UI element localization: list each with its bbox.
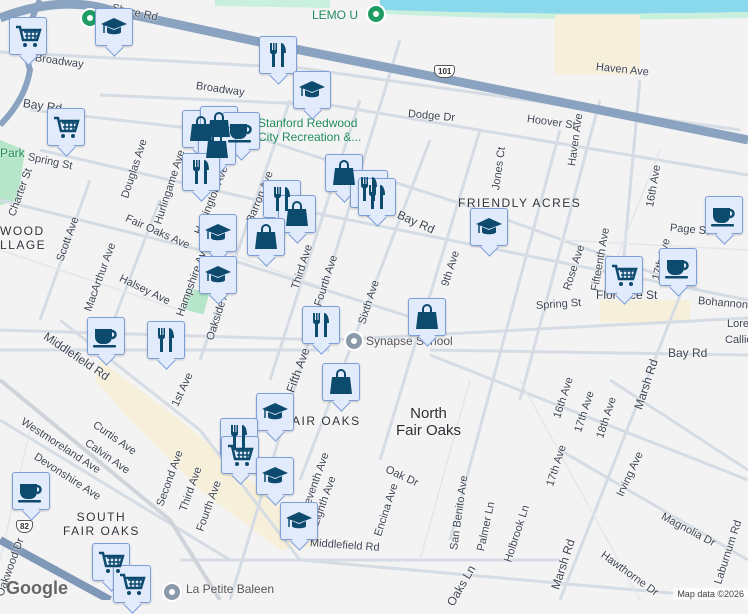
area-label-fair-oaks: AIR OAKS	[292, 414, 361, 428]
coffee-icon	[228, 124, 252, 143]
graduation-cap-marker[interactable]	[470, 208, 508, 246]
restaurant-marker[interactable]	[302, 306, 340, 344]
graduation-cap-icon	[286, 512, 312, 529]
graduation-cap-icon	[262, 467, 288, 484]
shopping-bag-icon	[330, 369, 352, 394]
shopping-bag-marker[interactable]	[408, 298, 446, 336]
restaurant-icon	[193, 160, 209, 184]
graduation-cap-marker[interactable]	[256, 393, 294, 431]
graduation-cap-icon	[205, 266, 231, 283]
restaurant-marker[interactable]	[259, 36, 297, 74]
highway-101-shield: 101	[434, 65, 456, 78]
shopping-bag-icon	[286, 201, 308, 226]
street-label: Bay Rd	[668, 346, 708, 360]
shopping-bag-marker[interactable]	[278, 195, 316, 233]
street-label: Lore	[727, 318, 748, 330]
graduation-cap-icon	[101, 18, 127, 35]
coffee-marker[interactable]	[659, 248, 697, 286]
graduation-cap-marker[interactable]	[280, 502, 318, 540]
poi-label-stanford[interactable]: Stanford Redwood City Recreation &...	[258, 116, 361, 144]
restaurant-icon	[158, 328, 174, 352]
poi-label-petite[interactable]: La Petite Baleen	[186, 582, 274, 596]
cart-marker[interactable]	[9, 17, 47, 55]
shopping-bag-icon	[206, 133, 228, 158]
shopping-bag-marker[interactable]	[247, 218, 285, 256]
cart-icon	[120, 573, 146, 595]
graduation-cap-icon	[476, 218, 502, 235]
shopping-bag-icon	[333, 160, 355, 185]
graduation-cap-marker[interactable]	[95, 8, 133, 46]
coffee-marker[interactable]	[87, 317, 125, 355]
coffee-icon	[93, 329, 117, 348]
graduation-cap-marker[interactable]	[293, 71, 331, 109]
area-label-redwood-village: WOOD LLAGE	[0, 224, 47, 252]
restaurant-marker[interactable]	[358, 178, 396, 216]
water	[380, 0, 748, 14]
map-attribution[interactable]: Map data ©2026	[673, 588, 748, 600]
school-pin[interactable]	[344, 331, 364, 351]
shopping-bag-marker[interactable]	[322, 363, 360, 401]
poi-pin[interactable]	[366, 4, 386, 24]
cart-marker[interactable]	[221, 436, 259, 474]
google-logo[interactable]: Google	[6, 578, 68, 599]
coffee-marker[interactable]	[12, 472, 50, 510]
restaurant-icon	[270, 43, 286, 67]
graduation-cap-icon	[299, 81, 325, 98]
area-label-south-fair-oaks: SOUTH FAIR OAKS	[63, 510, 140, 538]
area-label-north-fair-oaks: North Fair Oaks	[396, 405, 462, 439]
coffee-icon	[665, 260, 689, 279]
cart-icon	[54, 116, 80, 138]
poi-label-lemo[interactable]: LEMO U	[312, 8, 358, 22]
coffee-icon	[711, 208, 735, 227]
cart-marker[interactable]	[47, 108, 85, 146]
shopping-bag-icon	[255, 224, 277, 249]
graduation-cap-marker[interactable]	[256, 457, 294, 495]
restaurant-icon	[313, 313, 329, 337]
cart-icon	[612, 264, 638, 286]
restaurant-marker[interactable]	[147, 321, 185, 359]
graduation-cap-marker[interactable]	[199, 214, 237, 252]
restaurant-icon	[369, 185, 385, 209]
restaurant-marker[interactable]	[182, 153, 220, 191]
street-label: Callie	[725, 334, 748, 346]
shopping-bag-icon	[416, 304, 438, 329]
graduation-cap-icon	[205, 224, 231, 241]
graduation-cap-icon	[262, 403, 288, 420]
coffee-marker[interactable]	[705, 196, 743, 234]
cart-icon	[228, 444, 254, 466]
cart-marker[interactable]	[113, 565, 151, 603]
poi-label-synapse[interactable]: Synapse School	[366, 334, 453, 348]
poi-pin[interactable]	[162, 582, 182, 602]
poi-label-park[interactable]: Park	[0, 146, 25, 160]
cart-marker[interactable]	[605, 256, 643, 294]
cart-icon	[16, 25, 42, 47]
graduation-cap-marker[interactable]	[199, 256, 237, 294]
coffee-icon	[18, 484, 42, 503]
